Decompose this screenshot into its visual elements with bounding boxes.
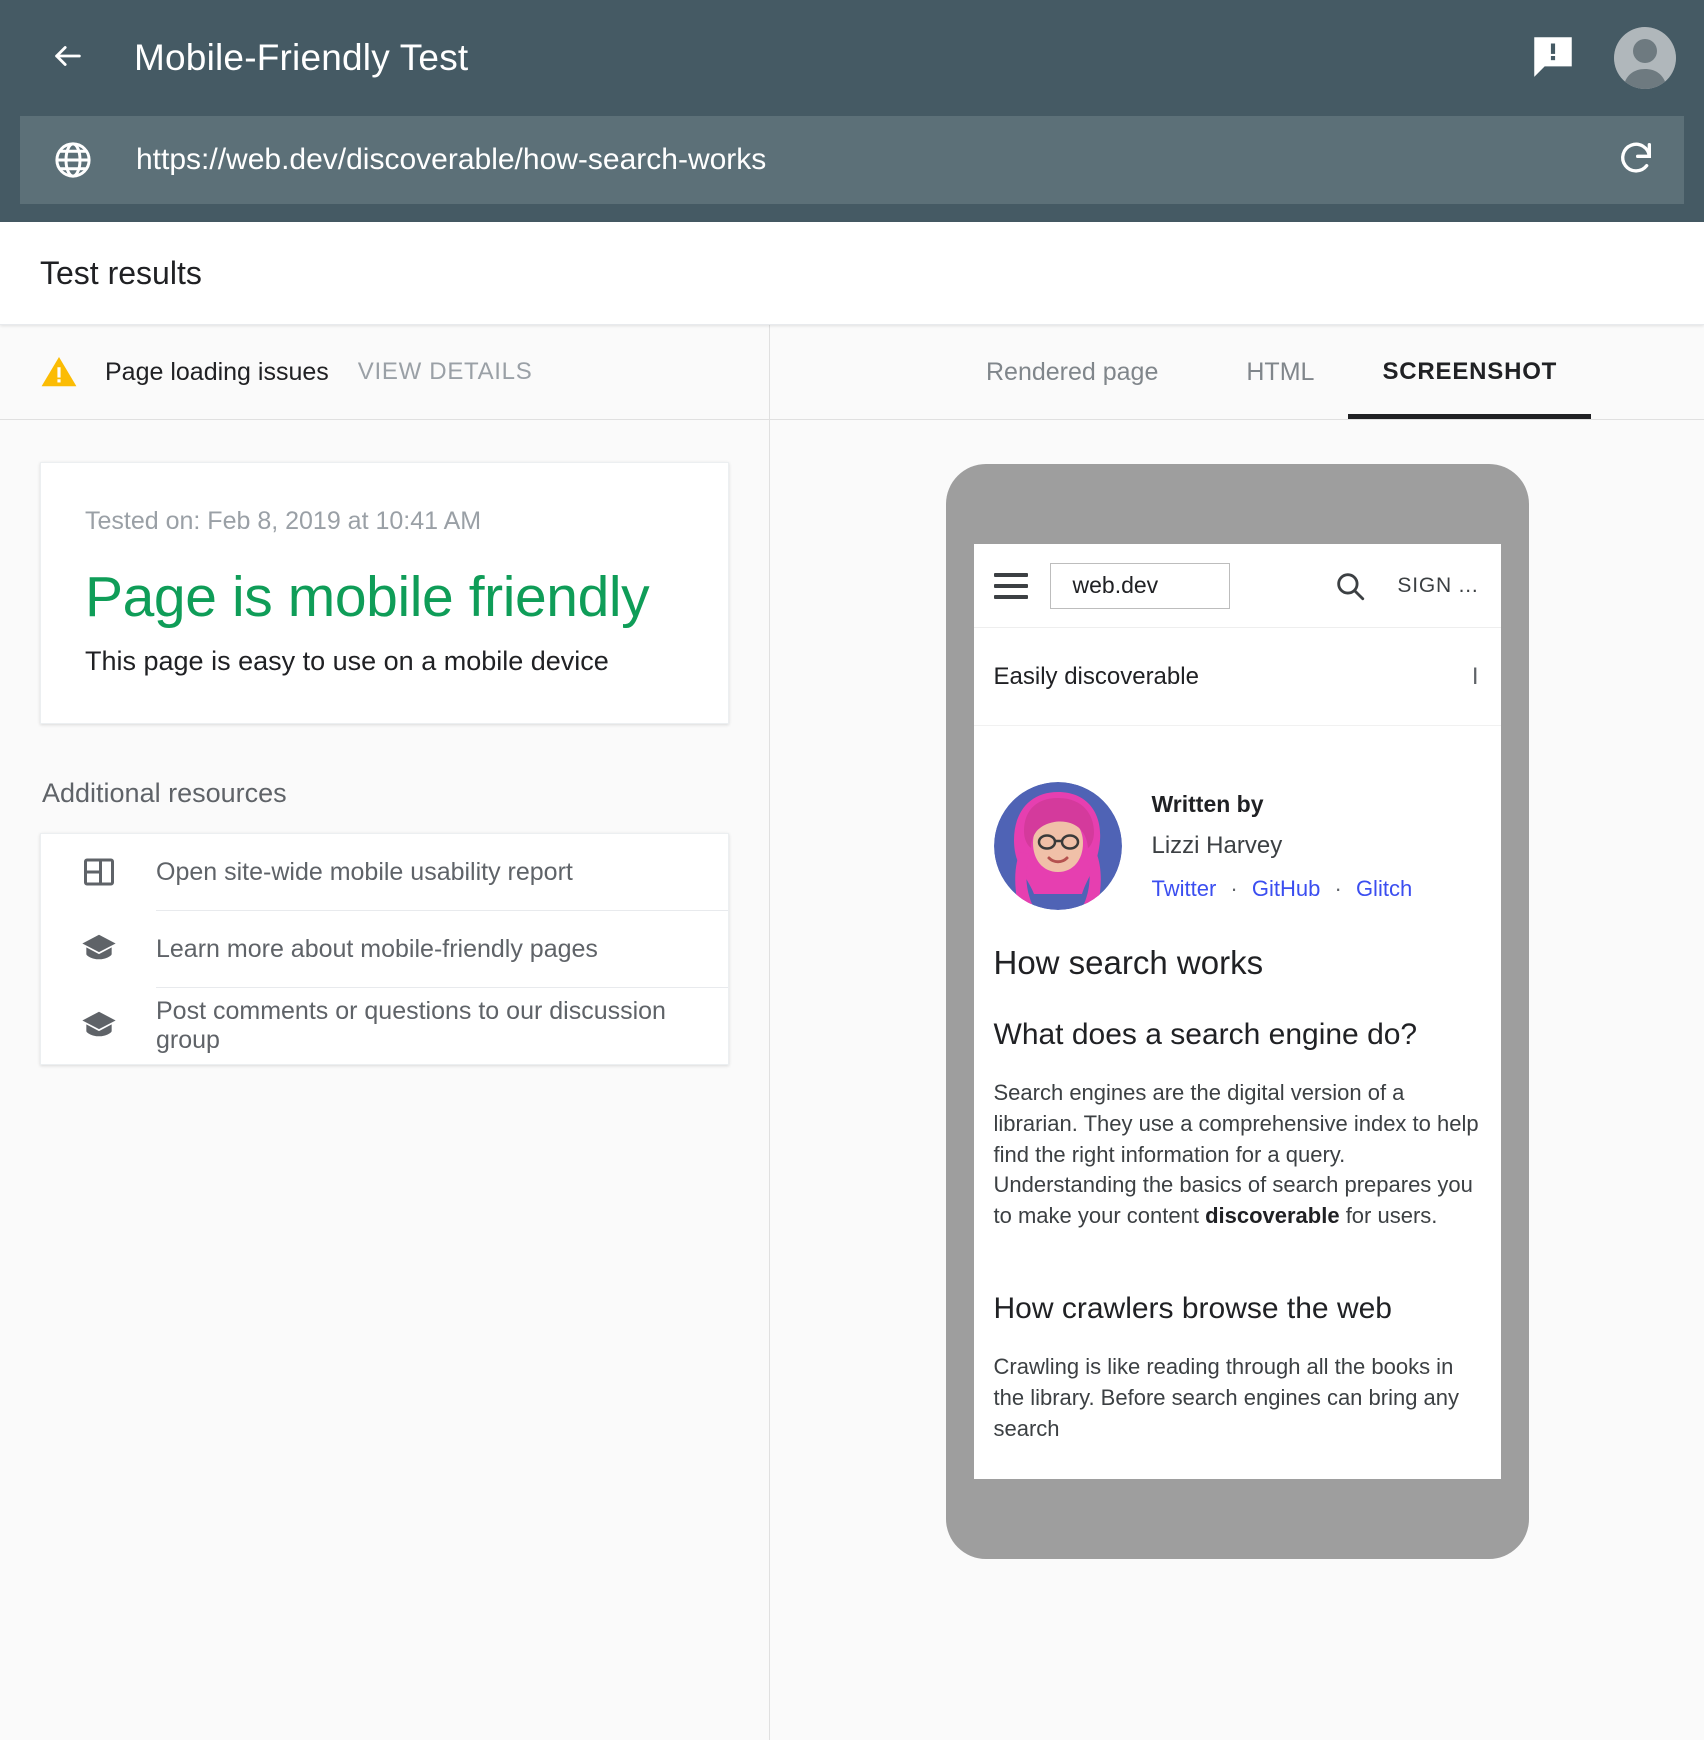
- written-by-label: Written by: [1152, 791, 1413, 818]
- additional-resources-title: Additional resources: [42, 778, 729, 809]
- url-input[interactable]: https://web.dev/discoverable/how-search-…: [136, 143, 1614, 177]
- article-body: How search works What does a search engi…: [974, 910, 1501, 1444]
- verdict-subtext: This page is easy to use on a mobile dev…: [85, 646, 684, 677]
- phone-mockup: web.dev SIGN ... Easily discoverable: [946, 464, 1529, 1559]
- author-link-glitch[interactable]: Glitch: [1356, 876, 1412, 901]
- results-title: Test results: [40, 255, 202, 292]
- paragraph-bold-term: discoverable: [1205, 1203, 1340, 1228]
- paragraph-text-after-bold: for users.: [1340, 1203, 1438, 1228]
- list-item[interactable]: Learn more about mobile-friendly pages: [41, 911, 728, 987]
- author-links: Twitter · GitHub · Glitch: [1152, 876, 1413, 902]
- article-heading-2-first: What does a search engine do?: [994, 1018, 1481, 1052]
- tested-on-timestamp: Tested on: Feb 8, 2019 at 10:41 AM: [85, 507, 684, 536]
- site-header: web.dev SIGN ...: [974, 544, 1501, 628]
- preview-area: web.dev SIGN ... Easily discoverable: [770, 420, 1704, 1740]
- hamburger-menu-icon[interactable]: [994, 573, 1028, 599]
- link-separator: ·: [1230, 876, 1237, 901]
- breadcrumb: Easily discoverable I: [974, 628, 1501, 726]
- tabs-spacer: [792, 325, 952, 419]
- list-item-label: Post comments or questions to our discus…: [156, 997, 692, 1055]
- link-separator: ·: [1334, 876, 1341, 901]
- article-paragraph-1: Search engines are the digital version o…: [994, 1078, 1481, 1232]
- school-icon: [79, 1006, 119, 1046]
- tab-rendered-page[interactable]: Rendered page: [952, 325, 1192, 419]
- article-heading-2-second: How crawlers browse the web: [994, 1292, 1481, 1326]
- results-header: Test results: [0, 222, 1704, 325]
- view-details-button[interactable]: VIEW DETAILS: [358, 358, 533, 386]
- sign-in-button[interactable]: SIGN ...: [1397, 574, 1478, 598]
- tab-html[interactable]: HTML: [1212, 325, 1348, 419]
- url-bar[interactable]: https://web.dev/discoverable/how-search-…: [20, 116, 1684, 204]
- author-avatar: [994, 782, 1122, 910]
- right-pane: Rendered page HTML SCREENSHOT web.dev: [770, 325, 1704, 1740]
- author-meta: Written by Lizzi Harvey Twitter · GitHub…: [1152, 791, 1413, 902]
- list-item[interactable]: Post comments or questions to our discus…: [41, 988, 728, 1064]
- avatar[interactable]: [1614, 27, 1676, 89]
- result-card: Tested on: Feb 8, 2019 at 10:41 AM Page …: [40, 462, 729, 724]
- author-block: Written by Lizzi Harvey Twitter · GitHub…: [974, 726, 1501, 910]
- feedback-button[interactable]: [1526, 31, 1580, 85]
- search-icon[interactable]: [1333, 569, 1367, 603]
- page-loading-issues-strip: Page loading issues VIEW DETAILS: [0, 325, 769, 420]
- article-paragraph-2: Crawling is like reading through all the…: [994, 1352, 1481, 1444]
- list-item-label: Learn more about mobile-friendly pages: [156, 935, 598, 964]
- left-pane: Page loading issues VIEW DETAILS Tested …: [0, 325, 770, 1740]
- dashboard-report-icon: [79, 852, 119, 892]
- breadcrumb-label: Easily discoverable: [994, 663, 1199, 691]
- list-item-label: Open site-wide mobile usability report: [156, 858, 573, 887]
- page-title: Mobile-Friendly Test: [134, 37, 468, 79]
- author-name: Lizzi Harvey: [1152, 832, 1413, 860]
- body-split: Page loading issues VIEW DETAILS Tested …: [0, 325, 1704, 1740]
- warning-triangle-icon: [40, 353, 78, 391]
- globe-icon: [52, 139, 94, 181]
- verdict-headline: Page is mobile friendly: [85, 564, 684, 630]
- article-heading-1: How search works: [994, 944, 1481, 982]
- reload-icon: [1616, 138, 1656, 183]
- school-icon: [79, 929, 119, 969]
- feedback-icon: [1528, 31, 1578, 86]
- breadcrumb-tick: I: [1472, 663, 1479, 691]
- user-avatar: [1614, 27, 1676, 89]
- preview-tabs: Rendered page HTML SCREENSHOT: [770, 325, 1704, 420]
- url-bar-container: https://web.dev/discoverable/how-search-…: [0, 116, 1704, 222]
- phone-screen: web.dev SIGN ... Easily discoverable: [974, 544, 1501, 1479]
- tabs-spacer: [1192, 325, 1212, 419]
- author-link-github[interactable]: GitHub: [1252, 876, 1320, 901]
- additional-resources-list: Open site-wide mobile usability report L…: [40, 833, 729, 1065]
- arrow-back-icon: [51, 39, 85, 78]
- left-pane-content: Tested on: Feb 8, 2019 at 10:41 AM Page …: [0, 420, 769, 1740]
- site-name-box[interactable]: web.dev: [1050, 563, 1230, 609]
- app-bar: Mobile-Friendly Test: [0, 0, 1704, 116]
- back-button[interactable]: [40, 30, 96, 86]
- status-label: Page loading issues: [105, 358, 329, 387]
- list-item[interactable]: Open site-wide mobile usability report: [41, 834, 728, 910]
- reload-button[interactable]: [1614, 138, 1658, 182]
- tab-screenshot[interactable]: SCREENSHOT: [1348, 325, 1591, 419]
- author-link-twitter[interactable]: Twitter: [1152, 876, 1217, 901]
